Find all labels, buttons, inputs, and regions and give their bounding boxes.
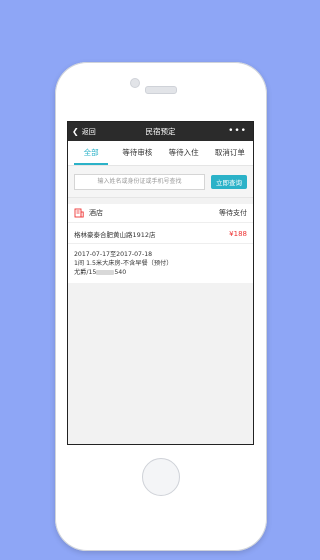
stay-dates: 2017-07-17至2017-07-18	[74, 251, 153, 258]
tab-all[interactable]: 全部	[68, 141, 114, 165]
chevron-left-icon: ❮	[72, 127, 79, 136]
earpiece-speaker	[145, 86, 177, 94]
app-screen: ❮ 返回 民宿预定 ••• 全部 等待审核 等待入住 取消订单 立即查询 酒店 …	[67, 121, 254, 445]
search-input[interactable]	[74, 173, 205, 190]
back-label: 返回	[81, 127, 96, 136]
back-button[interactable]: ❮ 返回	[68, 127, 112, 137]
front-camera	[130, 78, 140, 88]
order-price: ¥188	[229, 230, 247, 238]
hotel-icon	[74, 208, 84, 218]
nav-bar: ❮ 返回 民宿预定 •••	[68, 122, 253, 141]
query-button[interactable]: 立即查询	[211, 174, 247, 189]
guest-contact: 尤爵/15 540	[74, 268, 247, 277]
guest-contact-suffix: 540	[114, 269, 127, 276]
guest-contact-prefix: 尤爵/15	[74, 269, 97, 276]
tab-pending-checkin[interactable]: 等待入住	[161, 141, 207, 165]
order-card[interactable]: 酒店 等待支付 格林豪泰合肥黄山路1912店 ¥188 2017-07-17至2…	[68, 204, 253, 283]
order-category: 酒店	[89, 209, 103, 217]
room-type: 1间 1.5米大床房-不含早餐（预付）	[74, 260, 173, 267]
tab-bar: 全部 等待审核 等待入住 取消订单	[68, 141, 253, 166]
hotel-name: 格林豪泰合肥黄山路1912店	[74, 231, 156, 239]
order-card-header: 酒店 等待支付	[68, 204, 253, 223]
tab-pending-review[interactable]: 等待审核	[114, 141, 160, 165]
status-badge: 等待支付	[219, 209, 247, 217]
home-button[interactable]	[142, 458, 180, 496]
redacted-phone-digits	[96, 269, 115, 275]
search-row: 立即查询	[68, 166, 253, 198]
more-icon[interactable]: •••	[228, 126, 247, 136]
tab-cancelled[interactable]: 取消订单	[207, 141, 253, 165]
hotel-row: 格林豪泰合肥黄山路1912店 ¥188	[68, 223, 253, 244]
order-details: 2017-07-17至2017-07-18 1间 1.5米大床房-不含早餐（预付…	[68, 244, 253, 283]
